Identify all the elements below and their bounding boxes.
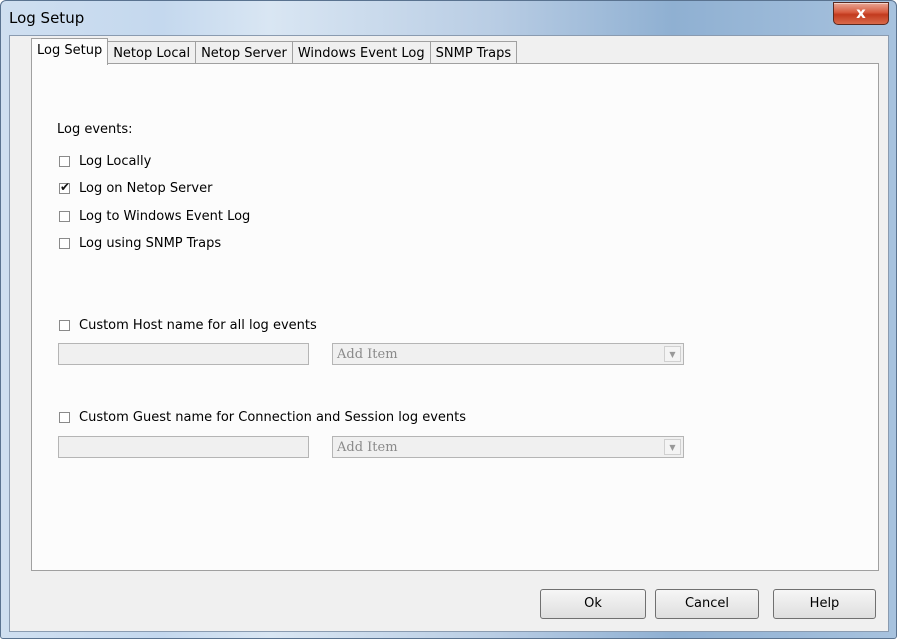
- custom-host-combo[interactable]: Add Item ▼: [332, 343, 684, 365]
- custom-host-option[interactable]: Custom Host name for all log events: [59, 318, 317, 333]
- tab-netop-local[interactable]: Netop Local: [108, 41, 196, 65]
- ok-button[interactable]: Ok: [540, 589, 646, 619]
- log-locally-label: Log Locally: [79, 154, 152, 169]
- tab-windows-event-log[interactable]: Windows Event Log: [291, 41, 430, 65]
- log-on-netop-server-checkbox[interactable]: [59, 180, 70, 194]
- close-icon: x: [856, 4, 866, 22]
- log-locally-checkbox[interactable]: [59, 156, 70, 167]
- window-title: Log Setup: [9, 9, 85, 27]
- log-windows-event-log-label: Log to Windows Event Log: [79, 209, 251, 224]
- tab-strip: Log Setup Netop Local Netop Server Windo…: [31, 38, 518, 65]
- chevron-down-icon[interactable]: ▼: [664, 439, 681, 455]
- custom-guest-combo-value: Add Item: [337, 440, 398, 455]
- custom-host-checkbox[interactable]: [59, 320, 70, 331]
- log-events-heading: Log events:: [57, 122, 133, 137]
- custom-guest-combo[interactable]: Add Item ▼: [332, 436, 684, 458]
- log-snmp-traps-checkbox[interactable]: [59, 238, 70, 249]
- custom-guest-checkbox[interactable]: [59, 412, 70, 423]
- close-button[interactable]: x: [833, 2, 889, 25]
- custom-guest-label: Custom Guest name for Connection and Ses…: [79, 410, 467, 425]
- chevron-down-icon[interactable]: ▼: [664, 346, 681, 362]
- custom-host-name-input[interactable]: [58, 343, 309, 365]
- title-bar[interactable]: Log Setup x: [1, 1, 896, 35]
- custom-guest-option[interactable]: Custom Guest name for Connection and Ses…: [59, 410, 466, 425]
- tab-log-setup[interactable]: Log Setup: [31, 38, 109, 65]
- cancel-button[interactable]: Cancel: [655, 589, 759, 619]
- log-snmp-traps-label: Log using SNMP Traps: [79, 236, 222, 251]
- log-on-netop-server-option[interactable]: Log on Netop Server: [59, 180, 213, 196]
- custom-guest-name-input[interactable]: [58, 436, 309, 458]
- log-windows-event-log-option[interactable]: Log to Windows Event Log: [59, 209, 250, 224]
- tab-netop-server[interactable]: Netop Server: [195, 41, 292, 65]
- log-setup-window: Log Setup x Log Setup Netop Local Netop …: [0, 0, 897, 639]
- custom-host-combo-value: Add Item: [337, 347, 398, 362]
- tab-panel: Log events: Log Locally Log on Netop Ser…: [31, 63, 879, 571]
- help-button[interactable]: Help: [773, 589, 876, 619]
- tab-snmp-traps[interactable]: SNMP Traps: [429, 41, 518, 65]
- log-locally-option[interactable]: Log Locally: [59, 154, 151, 169]
- log-snmp-traps-option[interactable]: Log using SNMP Traps: [59, 236, 221, 251]
- custom-host-label: Custom Host name for all log events: [79, 318, 317, 333]
- log-windows-event-log-checkbox[interactable]: [59, 211, 70, 222]
- log-on-netop-server-label: Log on Netop Server: [79, 181, 213, 196]
